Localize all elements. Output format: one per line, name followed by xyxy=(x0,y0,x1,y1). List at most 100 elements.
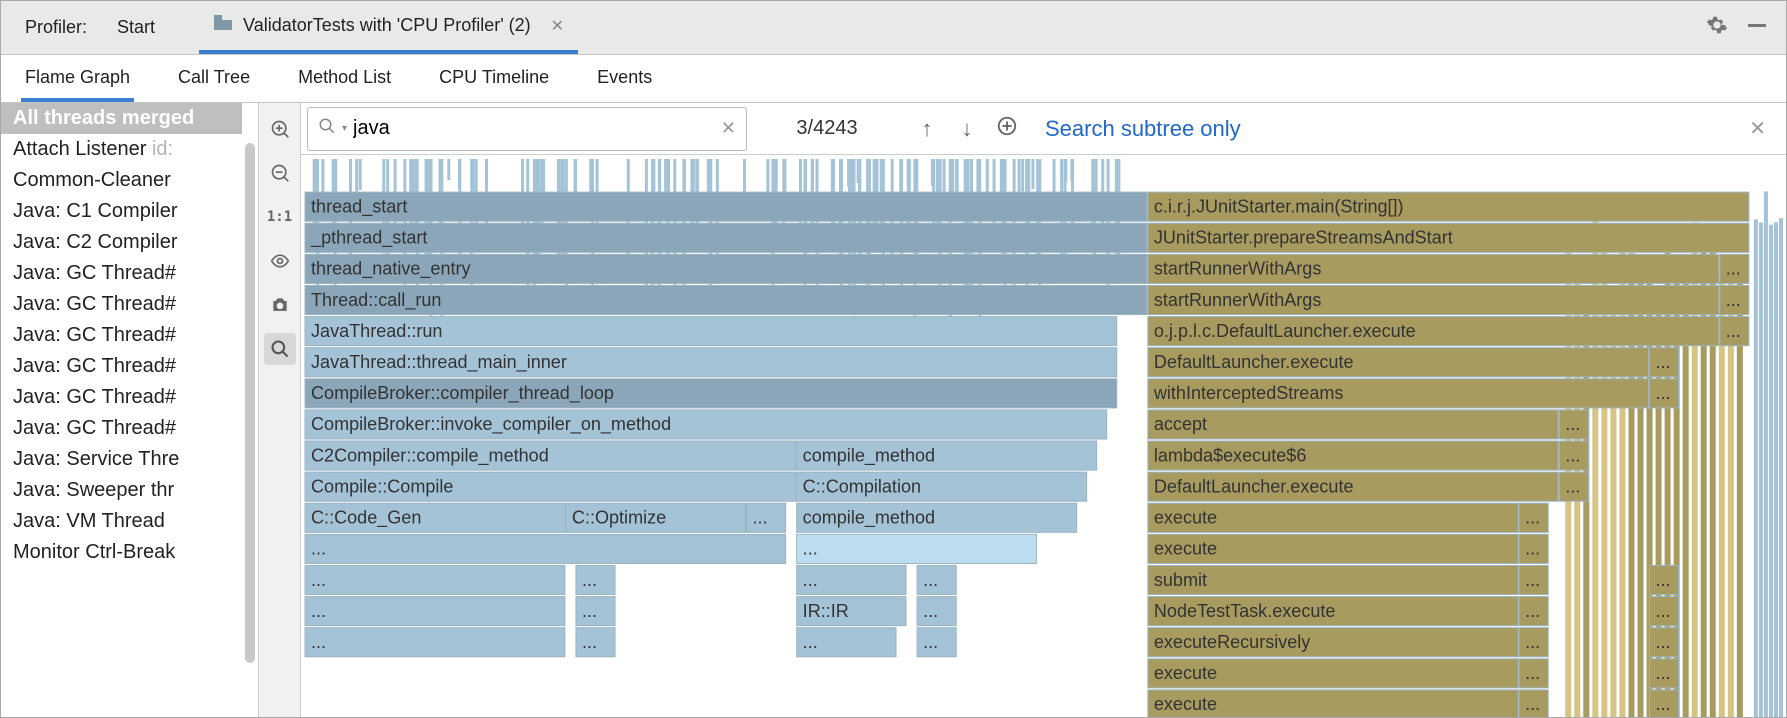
minimize-icon[interactable] xyxy=(1738,10,1776,45)
flame-label: submit xyxy=(1154,570,1207,590)
titlebar: Profiler: Start ValidatorTests with 'CPU… xyxy=(1,1,1786,55)
next-match-icon[interactable]: ↓ xyxy=(947,116,987,142)
thread-row[interactable]: Java: GC Thread# xyxy=(1,351,242,382)
tab-title: ValidatorTests with 'CPU Profiler' (2) xyxy=(243,15,531,36)
flame-label: CompileBroker::invoke_compiler_on_method xyxy=(311,414,671,435)
flame-label: C2Compiler::compile_method xyxy=(311,445,549,466)
flame-label: c.i.r.j.JUnitStarter.main(String[]) xyxy=(1154,196,1404,216)
flame-label: C::Code_Gen xyxy=(311,508,421,529)
search-icon[interactable] xyxy=(264,333,296,365)
thread-row[interactable]: Attach Listener id: xyxy=(1,134,242,165)
close-search-icon[interactable]: ✕ xyxy=(1729,116,1786,141)
flame-label: JavaThread::run xyxy=(311,321,442,341)
match-count: 3/4243 xyxy=(747,117,907,140)
flame-label: thread_start xyxy=(311,196,407,217)
close-tab-icon[interactable]: ✕ xyxy=(551,16,564,36)
flame-bar[interactable] xyxy=(305,534,786,563)
flame-label: ... xyxy=(1525,570,1540,590)
flame-bar[interactable] xyxy=(305,628,565,657)
thread-row[interactable]: Java: GC Thread# xyxy=(1,382,242,413)
thread-row[interactable]: Java: GC Thread# xyxy=(1,258,242,289)
flame-bar[interactable] xyxy=(1148,410,1558,439)
flame-label: ... xyxy=(1525,694,1540,714)
prev-match-icon[interactable]: ↑ xyxy=(907,116,947,142)
thread-row[interactable]: Monitor Ctrl-Break xyxy=(1,537,242,568)
flame-label: ... xyxy=(1525,508,1540,528)
flame-bar[interactable] xyxy=(797,534,1037,563)
profiler-tab[interactable]: ValidatorTests with 'CPU Profiler' (2) ✕ xyxy=(199,1,578,54)
flame-bar[interactable] xyxy=(305,223,1147,252)
flame-label: execute xyxy=(1154,694,1217,714)
tab-cpu-timeline[interactable]: CPU Timeline xyxy=(435,57,553,102)
flame-label: accept xyxy=(1154,414,1207,434)
flame-label: ... xyxy=(311,632,326,652)
flame-label: C::Optimize xyxy=(572,508,666,528)
flame-bar[interactable] xyxy=(305,597,565,626)
flame-label: ... xyxy=(923,570,938,590)
flame-label: ... xyxy=(803,570,818,590)
flame-label: ... xyxy=(923,632,938,652)
tab-events[interactable]: Events xyxy=(593,57,656,102)
flame-label: JUnitStarter.prepareStreamsAndStart xyxy=(1154,228,1453,248)
zoom-in-icon[interactable] xyxy=(264,113,296,145)
flame-label: execute xyxy=(1154,663,1217,683)
flame-label: ... xyxy=(753,508,768,528)
flame-label: ... xyxy=(311,539,326,559)
flame-bar[interactable] xyxy=(305,192,1147,221)
flame-label: executeRecursively xyxy=(1154,632,1310,652)
search-options-icon[interactable]: ▾ xyxy=(342,123,347,134)
flame-graph[interactable]: thread_start c.i.r.j.JUnitStarter.main(St… xyxy=(301,155,1786,717)
flame-label: Compile::Compile xyxy=(311,476,453,496)
thread-row[interactable]: Java: GC Thread# xyxy=(1,289,242,320)
flame-label: ... xyxy=(1565,445,1580,465)
gear-icon[interactable] xyxy=(1696,8,1738,47)
flame-label: startRunnerWithArgs xyxy=(1154,259,1321,279)
flame-label: ... xyxy=(1525,632,1540,652)
thread-row[interactable]: Java: Service Thre xyxy=(1,444,242,475)
tab-flame-graph[interactable]: Flame Graph xyxy=(21,57,134,102)
flame-label: ... xyxy=(582,570,597,590)
flame-label: ... xyxy=(1565,414,1580,434)
thread-row[interactable]: Java: VM Thread xyxy=(1,506,242,537)
thread-row[interactable]: Java: GC Thread# xyxy=(1,320,242,351)
thread-row[interactable]: Java: GC Thread# xyxy=(1,413,242,444)
flame-label: ... xyxy=(1525,601,1540,621)
search-subtree-link[interactable]: Search subtree only xyxy=(1027,116,1241,142)
expand-match-icon[interactable] xyxy=(987,115,1027,143)
visibility-icon[interactable] xyxy=(264,245,296,277)
flame-label: C::Compilation xyxy=(803,476,921,496)
flame-label: ... xyxy=(1656,632,1671,652)
tool-column: 1:1 xyxy=(259,103,301,717)
snapshot-icon[interactable] xyxy=(264,289,296,321)
flame-label: execute xyxy=(1154,508,1217,528)
flame-bar[interactable] xyxy=(305,565,565,594)
flame-label: withInterceptedStreams xyxy=(1153,383,1344,403)
clear-search-icon[interactable]: ✕ xyxy=(721,118,736,139)
flame-label: JavaThread::thread_main_inner xyxy=(311,352,567,373)
thread-row[interactable]: Common-Cleaner xyxy=(1,165,242,196)
flame-label: ... xyxy=(803,539,818,559)
flame-label: ... xyxy=(582,632,597,652)
flame-label: DefaultLauncher.execute xyxy=(1154,476,1354,496)
flame-label: ... xyxy=(1656,383,1671,403)
thread-row[interactable]: Java: Sweeper thr xyxy=(1,475,242,506)
reset-zoom-icon[interactable]: 1:1 xyxy=(264,201,296,233)
zoom-out-icon[interactable] xyxy=(264,157,296,189)
flame-label: ... xyxy=(1525,663,1540,683)
flame-label: DefaultLauncher.execute xyxy=(1154,352,1354,372)
start-button[interactable]: Start xyxy=(101,9,171,46)
tab-method-list[interactable]: Method List xyxy=(294,57,395,102)
search-box[interactable]: ▾ ✕ xyxy=(307,107,747,151)
sidebar-header[interactable]: All threads merged xyxy=(1,103,242,134)
thread-row[interactable]: Java: C2 Compiler xyxy=(1,227,242,258)
thread-row[interactable]: Java: C1 Compiler xyxy=(1,196,242,227)
flame-label: ... xyxy=(1726,321,1741,341)
tab-call-tree[interactable]: Call Tree xyxy=(174,57,254,102)
flame-label: startRunnerWithArgs xyxy=(1154,290,1321,310)
flame-label: _pthread_start xyxy=(310,228,427,249)
sidebar-scrollbar[interactable] xyxy=(245,143,255,663)
flame-label: ... xyxy=(1656,694,1671,714)
search-input[interactable] xyxy=(353,117,715,140)
flame-label: lambda$execute$6 xyxy=(1154,445,1307,465)
folder-icon xyxy=(213,15,233,36)
